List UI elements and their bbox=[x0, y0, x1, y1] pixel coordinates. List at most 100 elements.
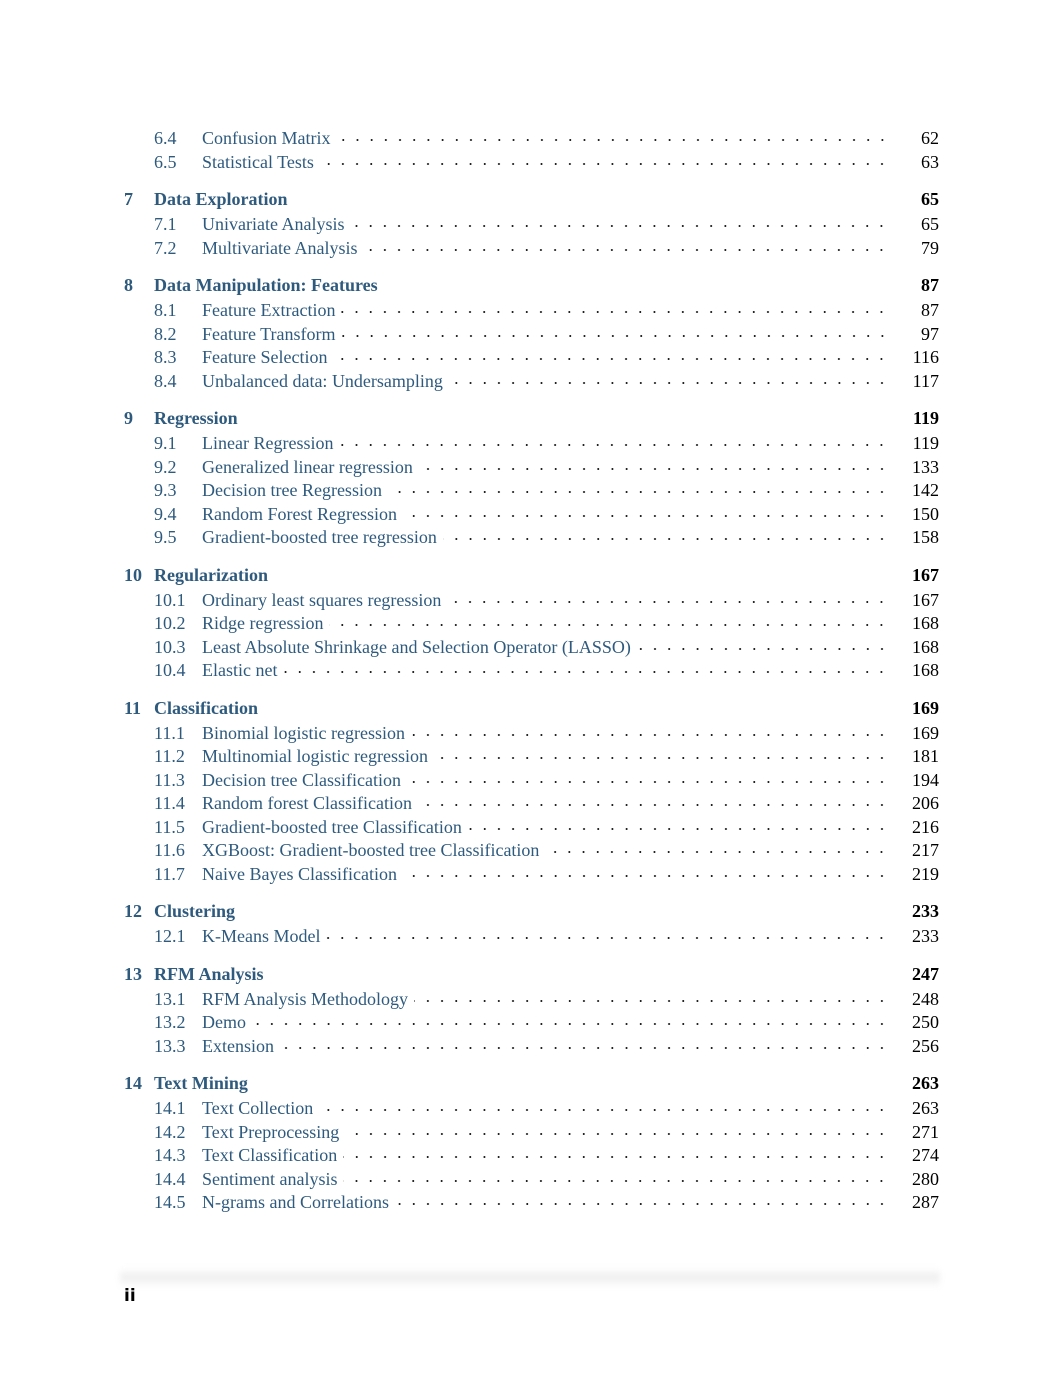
section-number: 11.3 bbox=[154, 769, 185, 790]
toc-section-entry[interactable]: 14.5 N-grams and Correlations 287 bbox=[124, 1190, 939, 1214]
section-title-link[interactable]: Multivariate Analysis bbox=[202, 238, 363, 259]
section-title-link[interactable]: Text Classification bbox=[202, 1145, 343, 1166]
toc-chapter-entry[interactable]: 13 RFM Analysis 247 bbox=[124, 964, 939, 987]
toc-section-entry[interactable]: 14.1 Text Collection 263 bbox=[124, 1096, 939, 1120]
dot-leader bbox=[363, 236, 903, 254]
section-title-link[interactable]: Feature Selection bbox=[202, 347, 333, 368]
chapter-title-link[interactable]: Clustering bbox=[154, 901, 912, 922]
section-title-link[interactable]: RFM Analysis Methodology bbox=[202, 989, 414, 1010]
section-title-link[interactable]: Ridge regression bbox=[202, 613, 329, 634]
section-title-link[interactable]: N-grams and Correlations bbox=[202, 1192, 395, 1213]
toc-section-entry[interactable]: 11.4 Random forest Classification 206 bbox=[124, 791, 939, 815]
section-title-link[interactable]: Elastic net bbox=[202, 660, 283, 681]
toc-section-entry[interactable]: 9.5 Gradient-boosted tree regression 158 bbox=[124, 525, 939, 549]
toc-section-entry[interactable]: 11.3 Decision tree Classification 194 bbox=[124, 768, 939, 792]
section-title-link[interactable]: K-Means Model bbox=[202, 926, 326, 947]
toc-section-entry[interactable]: 7.1 Univariate Analysis 65 bbox=[124, 212, 939, 236]
toc-section-entry[interactable]: 8.2 Feature Transform 97 bbox=[124, 322, 939, 346]
section-title-link[interactable]: Naive Bayes Classification bbox=[202, 864, 403, 885]
section-title-link[interactable]: Statistical Tests bbox=[202, 152, 320, 173]
section-title-link[interactable]: Feature Transform bbox=[202, 324, 342, 345]
toc-section-entry[interactable]: 13.2 Demo 250 bbox=[124, 1010, 939, 1034]
section-page-number: 233 bbox=[912, 926, 939, 946]
section-title-link[interactable]: Random forest Classification bbox=[202, 793, 418, 814]
toc-chapter-entry[interactable]: 9 Regression 119 bbox=[124, 408, 939, 431]
section-title-link[interactable]: Binomial logistic regression bbox=[202, 723, 411, 744]
toc-section-entry[interactable]: 9.2 Generalized linear regression 133 bbox=[124, 455, 939, 479]
section-title-link[interactable]: Decision tree Regression bbox=[202, 480, 388, 501]
section-title-link[interactable]: Generalized linear regression bbox=[202, 457, 419, 478]
toc-section-entry[interactable]: 10.4 Elastic net 168 bbox=[124, 658, 939, 682]
toc-section-entry[interactable]: 8.4 Unbalanced data: Undersampling 117 bbox=[124, 369, 939, 393]
toc-section-entry[interactable]: 11.2 Multinomial logistic regression 181 bbox=[124, 744, 939, 768]
toc-chapter: 13 RFM Analysis 247 13.1 RFM Analysis Method… bbox=[124, 964, 939, 1058]
toc-section-entry[interactable]: 13.1 RFM Analysis Methodology 248 bbox=[124, 987, 939, 1011]
toc-section-entry[interactable]: 12.1 K-Means Model 233 bbox=[124, 924, 939, 948]
toc-section-entry[interactable]: 10.3 Least Absolute Shrinkage and Selecti… bbox=[124, 635, 939, 659]
toc-section-entry[interactable]: 10.2 Ridge regression 168 bbox=[124, 611, 939, 635]
toc-chapter-entry[interactable]: 14 Text Mining 263 bbox=[124, 1073, 939, 1096]
toc-section-entry[interactable]: 11.7 Naive Bayes Classification 219 bbox=[124, 862, 939, 886]
section-title-link[interactable]: Confusion Matrix bbox=[202, 128, 337, 149]
section-title-link[interactable]: Ordinary least squares regression bbox=[202, 590, 447, 611]
toc-section-entry[interactable]: 7.2 Multivariate Analysis 79 bbox=[124, 236, 939, 260]
toc-chapter-entry[interactable]: 8 Data Manipulation: Features 87 bbox=[124, 275, 939, 298]
toc-chapter-entry[interactable]: 10 Regularization 167 bbox=[124, 565, 939, 588]
section-title-link[interactable]: Text Preprocessing bbox=[202, 1122, 345, 1143]
toc-section-entry[interactable]: 8.3 Feature Selection 116 bbox=[124, 345, 939, 369]
section-title-link[interactable]: Text Collection bbox=[202, 1098, 319, 1119]
section-title-link[interactable]: Univariate Analysis bbox=[202, 214, 350, 235]
dot-leader bbox=[403, 502, 903, 520]
section-title-link[interactable]: Demo bbox=[202, 1012, 252, 1033]
toc-section-entry[interactable]: 9.3 Decision tree Regression 142 bbox=[124, 478, 939, 502]
toc-section-entry[interactable]: 10.1 Ordinary least squares regression 167 bbox=[124, 588, 939, 612]
section-number: 13.1 bbox=[154, 988, 186, 1009]
section-title-link[interactable]: Decision tree Classification bbox=[202, 770, 407, 791]
section-title-link[interactable]: Least Absolute Shrinkage and Selection O… bbox=[202, 637, 637, 658]
section-page-number: 142 bbox=[912, 480, 939, 500]
section-title-link[interactable]: Extension bbox=[202, 1036, 280, 1057]
section-title-link[interactable]: Multinomial logistic regression bbox=[202, 746, 434, 767]
section-title-link[interactable]: Gradient-boosted tree Classification bbox=[202, 817, 468, 838]
chapter-title-link[interactable]: Data Manipulation: Features bbox=[154, 275, 921, 296]
toc-chapter-entry[interactable]: 7 Data Exploration 65 bbox=[124, 189, 939, 212]
section-title-link[interactable]: Feature Extraction bbox=[202, 300, 341, 321]
section-page-number: 181 bbox=[912, 746, 939, 766]
section-title-link[interactable]: XGBoost: Gradient-boosted tree Classific… bbox=[202, 840, 545, 861]
chapter-title-link[interactable]: Data Exploration bbox=[154, 189, 921, 210]
toc-section-entry[interactable]: 14.4 Sentiment analysis 280 bbox=[124, 1167, 939, 1191]
toc-section-entry[interactable]: 13.3 Extension 256 bbox=[124, 1034, 939, 1058]
section-number: 8.4 bbox=[154, 370, 177, 391]
chapter-title-link[interactable]: RFM Analysis bbox=[154, 964, 912, 985]
toc-section-entry[interactable]: 9.4 Random Forest Regression 150 bbox=[124, 502, 939, 526]
section-page-number: 216 bbox=[912, 816, 939, 837]
toc-section-entry[interactable]: 11.5 Gradient-boosted tree Classification… bbox=[124, 815, 939, 839]
toc-section-entry[interactable]: 11.1 Binomial logistic regression 169 bbox=[124, 721, 939, 745]
section-title-link[interactable]: Linear Regression bbox=[202, 433, 339, 454]
toc-section-entry[interactable]: 8.1 Feature Extraction 87 bbox=[124, 298, 939, 322]
toc-chapter: 9 Regression 119 9.1 Linear Regression 119 9.2… bbox=[124, 408, 939, 549]
chapter-title-link[interactable]: Regression bbox=[154, 408, 913, 429]
section-page-number: 97 bbox=[921, 323, 939, 344]
toc-section-entry[interactable]: 14.3 Text Classification 274 bbox=[124, 1143, 939, 1167]
toc-section-entry[interactable]: 6.5 Statistical Tests 63 bbox=[124, 150, 939, 174]
section-page-number: 263 bbox=[912, 1098, 939, 1118]
chapter-title-link[interactable]: Classification bbox=[154, 698, 912, 719]
toc-section-entry[interactable]: 14.2 Text Preprocessing 271 bbox=[124, 1120, 939, 1144]
toc-chapter-continued: 6.4 Confusion Matrix 62 6.5 Statistical Test… bbox=[124, 126, 939, 173]
section-title-link[interactable]: Gradient-boosted tree regression bbox=[202, 527, 443, 548]
toc-section-entry[interactable]: 11.6 XGBoost: Gradient-boosted tree Class… bbox=[124, 838, 939, 862]
chapter-title-link[interactable]: Text Mining bbox=[154, 1073, 912, 1094]
toc-chapter-entry[interactable]: 12 Clustering 233 bbox=[124, 901, 939, 924]
section-title-link[interactable]: Sentiment analysis bbox=[202, 1169, 343, 1190]
toc-section-entry[interactable]: 6.4 Confusion Matrix 62 bbox=[124, 126, 939, 150]
section-number: 12.1 bbox=[154, 926, 186, 946]
section-number: 11.7 bbox=[154, 863, 185, 884]
section-number: 9.2 bbox=[154, 456, 177, 477]
section-title-link[interactable]: Unbalanced data: Undersampling bbox=[202, 371, 449, 392]
toc-section-entry[interactable]: 9.1 Linear Regression 119 bbox=[124, 431, 939, 455]
section-title-link[interactable]: Random Forest Regression bbox=[202, 504, 403, 525]
chapter-title-link[interactable]: Regularization bbox=[154, 565, 912, 586]
toc-chapter-entry[interactable]: 11 Classification 169 bbox=[124, 698, 939, 721]
section-page-number: 219 bbox=[912, 863, 939, 884]
